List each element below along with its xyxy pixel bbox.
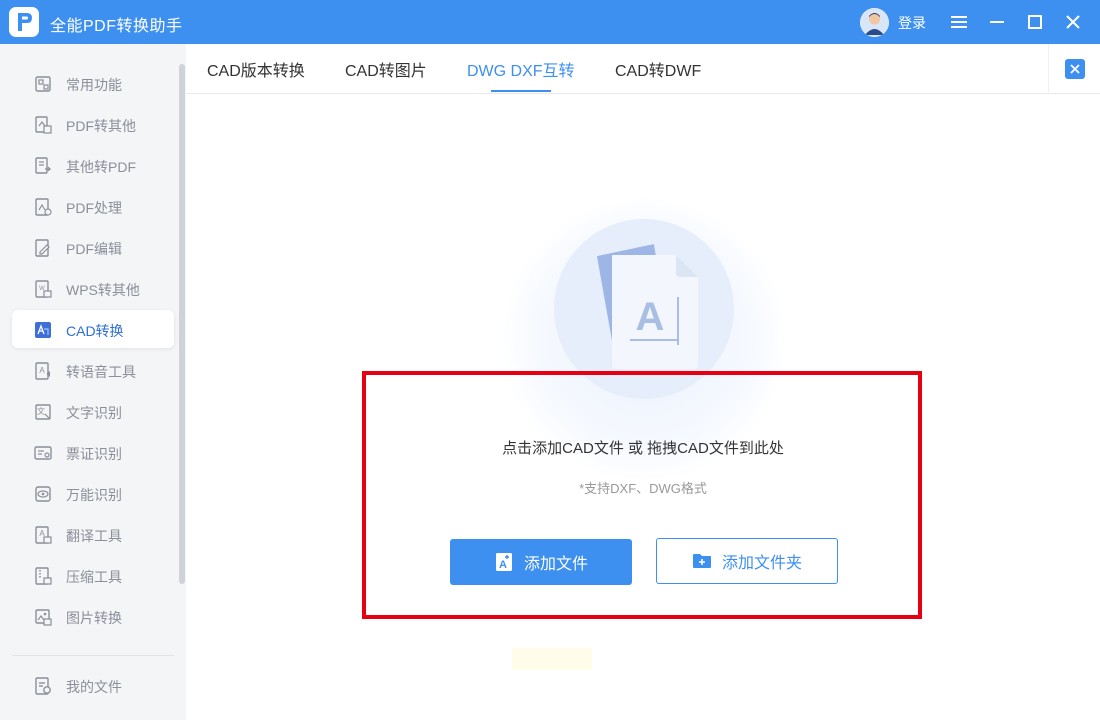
pdf-process-icon [33, 197, 53, 217]
close-icon[interactable] [1059, 8, 1087, 36]
sidebar-item-label: 翻译工具 [66, 528, 122, 544]
sidebar-item-pdf-convert[interactable]: PDF转其他 [12, 105, 174, 143]
avatar[interactable] [860, 8, 889, 37]
app-title: 全能PDF转换助手 [50, 18, 183, 35]
sidebar-item-label: PDF转其他 [66, 118, 136, 134]
my-files-icon [33, 676, 53, 696]
sidebar: 常用功能 PDF转其他 其他转PDF PDF处理 PDF编辑 W WPS转其他 CAD转换 A 转… [0, 44, 186, 720]
tab-cad-to-image[interactable]: CAD转图片 [345, 57, 427, 81]
sidebar-item-image-convert[interactable]: 图片转换 [12, 597, 174, 635]
universal-recognition-icon [33, 484, 53, 504]
sidebar-item-label: 图片转换 [66, 610, 122, 626]
sidebar-item-label: 转语音工具 [66, 364, 136, 380]
sidebar-scrollbar[interactable] [179, 64, 185, 584]
sidebar-item-label: CAD转换 [66, 323, 124, 339]
sidebar-item-ticket-recognition[interactable]: 票证识别 [12, 433, 174, 471]
sidebar-item-label: 常用功能 [66, 77, 122, 93]
login-link[interactable]: 登录 [898, 13, 926, 33]
faint-strip [512, 648, 592, 670]
sidebar-divider [12, 655, 174, 656]
add-file-icon: A [494, 552, 514, 572]
sidebar-item-to-pdf[interactable]: 其他转PDF [12, 146, 174, 184]
tab-dwg-dxf[interactable]: DWG DXF互转 [467, 57, 575, 81]
to-pdf-icon [33, 156, 53, 176]
sidebar-item-pdf-process[interactable]: PDF处理 [12, 187, 174, 225]
add-folder-icon [692, 551, 712, 571]
tab-bar: CAD版本转换 CAD转图片 DWG DXF互转 CAD转DWF [186, 44, 1100, 94]
wps-convert-icon: W [33, 279, 53, 299]
title-bar: 全能PDF转换助手 登录 [0, 0, 1100, 44]
tab-cad-to-dwf[interactable]: CAD转DWF [615, 57, 701, 81]
sidebar-item-label: 票证识别 [66, 446, 122, 462]
add-folder-button[interactable]: 添加文件夹 [656, 538, 838, 584]
sidebar-item-my-files[interactable]: 我的文件 [12, 666, 174, 704]
svg-text:A: A [39, 366, 45, 375]
sidebar-item-label: PDF编辑 [66, 241, 122, 257]
text-to-speech-icon: A [33, 361, 53, 381]
add-file-label: 添加文件 [523, 556, 588, 573]
image-convert-icon [33, 607, 53, 627]
menu-icon[interactable] [945, 8, 973, 36]
sidebar-item-common-functions[interactable]: 常用功能 [12, 64, 174, 102]
compress-icon [33, 566, 53, 586]
sidebar-item-ocr[interactable]: 文 文字识别 [12, 392, 174, 430]
sidebar-item-compress[interactable]: 压缩工具 [12, 556, 174, 594]
sidebar-item-label: 其他转PDF [66, 159, 136, 175]
sidebar-item-label: 我的文件 [66, 679, 122, 695]
sidebar-item-label: WPS转其他 [66, 282, 140, 298]
translate-icon: A [33, 525, 53, 545]
ocr-icon: 文 [33, 402, 53, 422]
sidebar-item-label: 万能识别 [66, 487, 122, 503]
dropzone-area[interactable]: A 点击添加CAD文件 或 拖拽CAD文件到此处 *支持DXF、DWG格式 A … [186, 94, 1100, 720]
add-file-button[interactable]: A 添加文件 [450, 539, 632, 585]
svg-text:文: 文 [37, 406, 45, 416]
pdf-convert-icon [33, 115, 53, 135]
tab-close-area [1048, 44, 1100, 94]
sidebar-item-label: 压缩工具 [66, 569, 122, 585]
cad-convert-icon [33, 320, 53, 340]
common-functions-icon [33, 74, 53, 94]
dropzone-title: 点击添加CAD文件 或 拖拽CAD文件到此处 [502, 440, 784, 457]
ticket-recognition-icon [33, 443, 53, 463]
sidebar-item-cad-convert[interactable]: CAD转换 [12, 310, 174, 348]
add-folder-label: 添加文件夹 [721, 555, 802, 572]
cad-document-illustration: A [582, 239, 712, 379]
svg-text:A: A [499, 559, 507, 571]
pdf-edit-icon [33, 238, 53, 258]
dropzone-subtitle: *支持DXF、DWG格式 [579, 481, 707, 496]
sidebar-item-text-to-speech[interactable]: A 转语音工具 [12, 351, 174, 389]
app-logo-icon [9, 7, 39, 37]
sidebar-item-translate[interactable]: A 翻译工具 [12, 515, 174, 553]
sidebar-item-universal-recognition[interactable]: 万能识别 [12, 474, 174, 512]
minimize-icon[interactable] [983, 8, 1011, 36]
sidebar-item-label: 文字识别 [66, 405, 122, 421]
tab-cad-version[interactable]: CAD版本转换 [207, 57, 305, 81]
active-tab-indicator [491, 90, 551, 92]
svg-text:A: A [636, 295, 665, 339]
close-panel-icon[interactable] [1064, 59, 1085, 79]
maximize-icon[interactable] [1021, 8, 1049, 36]
sidebar-item-label: PDF处理 [66, 200, 122, 216]
sidebar-item-wps-convert[interactable]: W WPS转其他 [12, 269, 174, 307]
sidebar-item-pdf-edit[interactable]: PDF编辑 [12, 228, 174, 266]
